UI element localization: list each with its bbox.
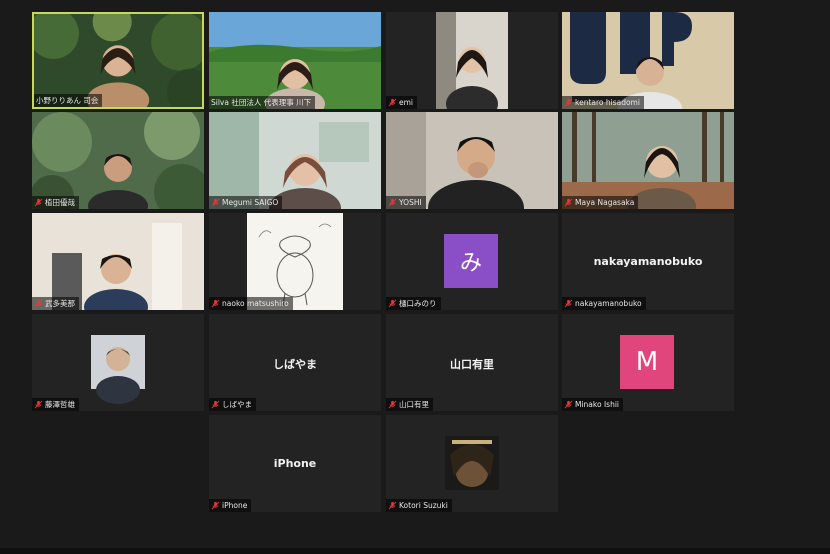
participant-name-label: 樋口みのり [386, 297, 441, 310]
participant-name-label: 武多美那 [32, 297, 79, 310]
participant-avatar: M [620, 335, 674, 389]
participant-tile-p13[interactable]: 藤澤哲雄 [32, 314, 204, 411]
video-gallery: 小野りりあん 司会 Silva 社団法人 代表理事 川下 emi kentaro… [0, 0, 830, 554]
participant-name-label: Maya Nagasaka [562, 196, 639, 209]
profile-picture [386, 415, 558, 512]
microphone-muted-icon [388, 501, 397, 510]
participant-video [386, 112, 558, 209]
microphone-muted-icon [564, 98, 573, 107]
participant-tile-p9[interactable]: 武多美那 [32, 213, 204, 310]
participant-tile-p1[interactable]: 小野りりあん 司会 [32, 12, 204, 109]
profile-picture [32, 314, 204, 411]
participant-video [562, 112, 734, 209]
microphone-muted-icon [211, 198, 220, 207]
participant-tile-p15[interactable]: 山口有里 山口有里 [386, 314, 558, 411]
participant-name-label: Minako Ishii [562, 398, 623, 411]
participant-tile-p16[interactable]: M Minako Ishii [562, 314, 734, 411]
participant-tile-p14[interactable]: しばやま しばやま [209, 314, 381, 411]
participant-tile-p6[interactable]: Megumi SAIGO [209, 112, 381, 209]
participant-tile-p12[interactable]: nakayamanobuko nakayamanobuko [562, 213, 734, 310]
microphone-muted-icon [388, 198, 397, 207]
microphone-muted-icon [388, 98, 397, 107]
participant-tile-p4[interactable]: kentaro hisadomi [562, 12, 734, 109]
participant-name-label: 山口有里 [386, 398, 433, 411]
participant-display-name: しばやま [273, 358, 317, 371]
participant-name-label: emi [386, 96, 418, 109]
participant-name-label: iPhone [209, 499, 252, 512]
microphone-muted-icon [564, 198, 573, 207]
participant-tile-p10[interactable]: naoko matsushiro [209, 213, 381, 310]
participant-tile-p2[interactable]: Silva 社団法人 代表理事 川下 [209, 12, 381, 109]
participant-video [32, 213, 204, 310]
microphone-muted-icon [211, 501, 220, 510]
participant-display-name: 山口有里 [450, 358, 494, 371]
participant-tile-p8[interactable]: Maya Nagasaka [562, 112, 734, 209]
participant-display-name: nakayamanobuko [593, 255, 703, 268]
participant-name-label: 藤澤哲雄 [32, 398, 79, 411]
participant-name-label: Silva 社団法人 代表理事 川下 [209, 96, 316, 109]
participant-display-name: iPhone [273, 457, 317, 470]
microphone-muted-icon [564, 400, 573, 409]
participant-name-label: 小野りりあん 司会 [34, 94, 103, 107]
microphone-muted-icon [34, 198, 43, 207]
microphone-muted-icon [388, 400, 397, 409]
participant-name-label: nakayamanobuko [562, 297, 646, 310]
microphone-muted-icon [34, 299, 43, 308]
microphone-muted-icon [388, 299, 397, 308]
participant-name-label: しばやま [209, 398, 256, 411]
participant-tile-p17[interactable]: iPhone iPhone [209, 415, 381, 512]
participant-name-label: naoko matsushiro [209, 297, 293, 310]
participant-name-label: YOSHI [386, 196, 426, 209]
participant-tile-p18[interactable]: Kotori Suzuki [386, 415, 558, 512]
participant-name-label: kentaro hisadomi [562, 96, 644, 109]
participant-avatar: み [444, 234, 498, 288]
participant-video [209, 12, 381, 109]
participant-video [386, 12, 558, 109]
participant-tile-p5[interactable]: 植田優哉 [32, 112, 204, 209]
participant-video [32, 112, 204, 209]
microphone-muted-icon [211, 400, 220, 409]
bottom-strip [0, 548, 830, 554]
participant-tile-p11[interactable]: み 樋口みのり [386, 213, 558, 310]
participant-name-label: Megumi SAIGO [209, 196, 283, 209]
profile-picture [209, 213, 381, 310]
participant-name-label: 植田優哉 [32, 196, 79, 209]
participant-video [562, 12, 734, 109]
microphone-muted-icon [564, 299, 573, 308]
microphone-muted-icon [211, 299, 220, 308]
participant-video [209, 112, 381, 209]
participant-name-label: Kotori Suzuki [386, 499, 452, 512]
microphone-muted-icon [34, 400, 43, 409]
participant-tile-p3[interactable]: emi [386, 12, 558, 109]
participant-tile-p7[interactable]: YOSHI [386, 112, 558, 209]
